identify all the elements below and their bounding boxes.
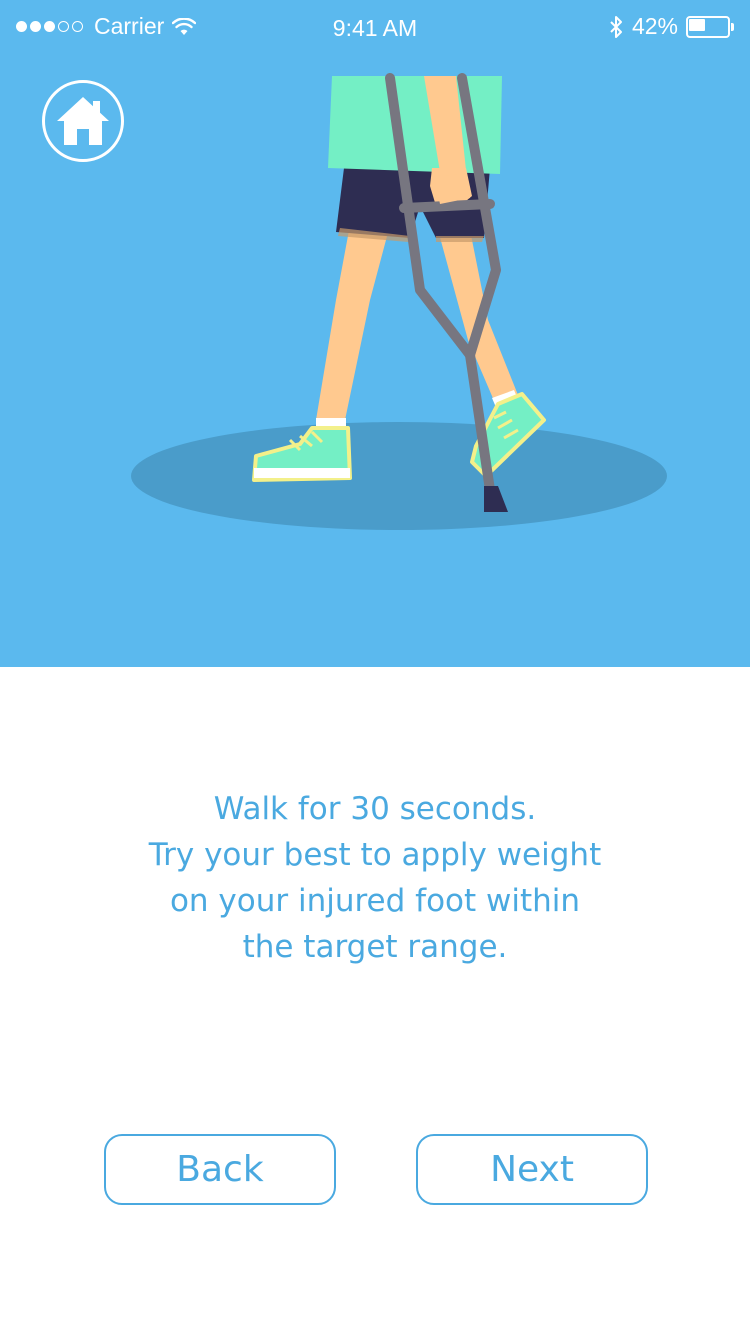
instruction-line: Try your best to apply weight	[148, 837, 602, 873]
instruction-line: Walk for 30 seconds.	[213, 791, 537, 827]
bluetooth-icon	[610, 15, 622, 38]
hero-illustration-panel: Carrier 9:41 AM 42%	[0, 0, 750, 667]
ground-shadow	[131, 422, 667, 530]
instructions-text: Walk for 30 seconds. Try your best to ap…	[75, 786, 675, 970]
battery-icon	[686, 15, 734, 38]
instruction-line: the target range.	[242, 929, 508, 965]
instruction-line: on your injured foot within	[169, 883, 581, 919]
home-button[interactable]	[42, 80, 124, 162]
front-leg	[316, 225, 390, 420]
battery-percent: 42%	[631, 13, 678, 39]
next-button[interactable]: Next	[416, 1134, 648, 1205]
status-bar: Carrier 9:41 AM 42%	[0, 0, 750, 54]
back-button[interactable]: Back	[104, 1134, 336, 1205]
status-right: 42%	[608, 13, 734, 40]
home-icon	[57, 97, 109, 145]
